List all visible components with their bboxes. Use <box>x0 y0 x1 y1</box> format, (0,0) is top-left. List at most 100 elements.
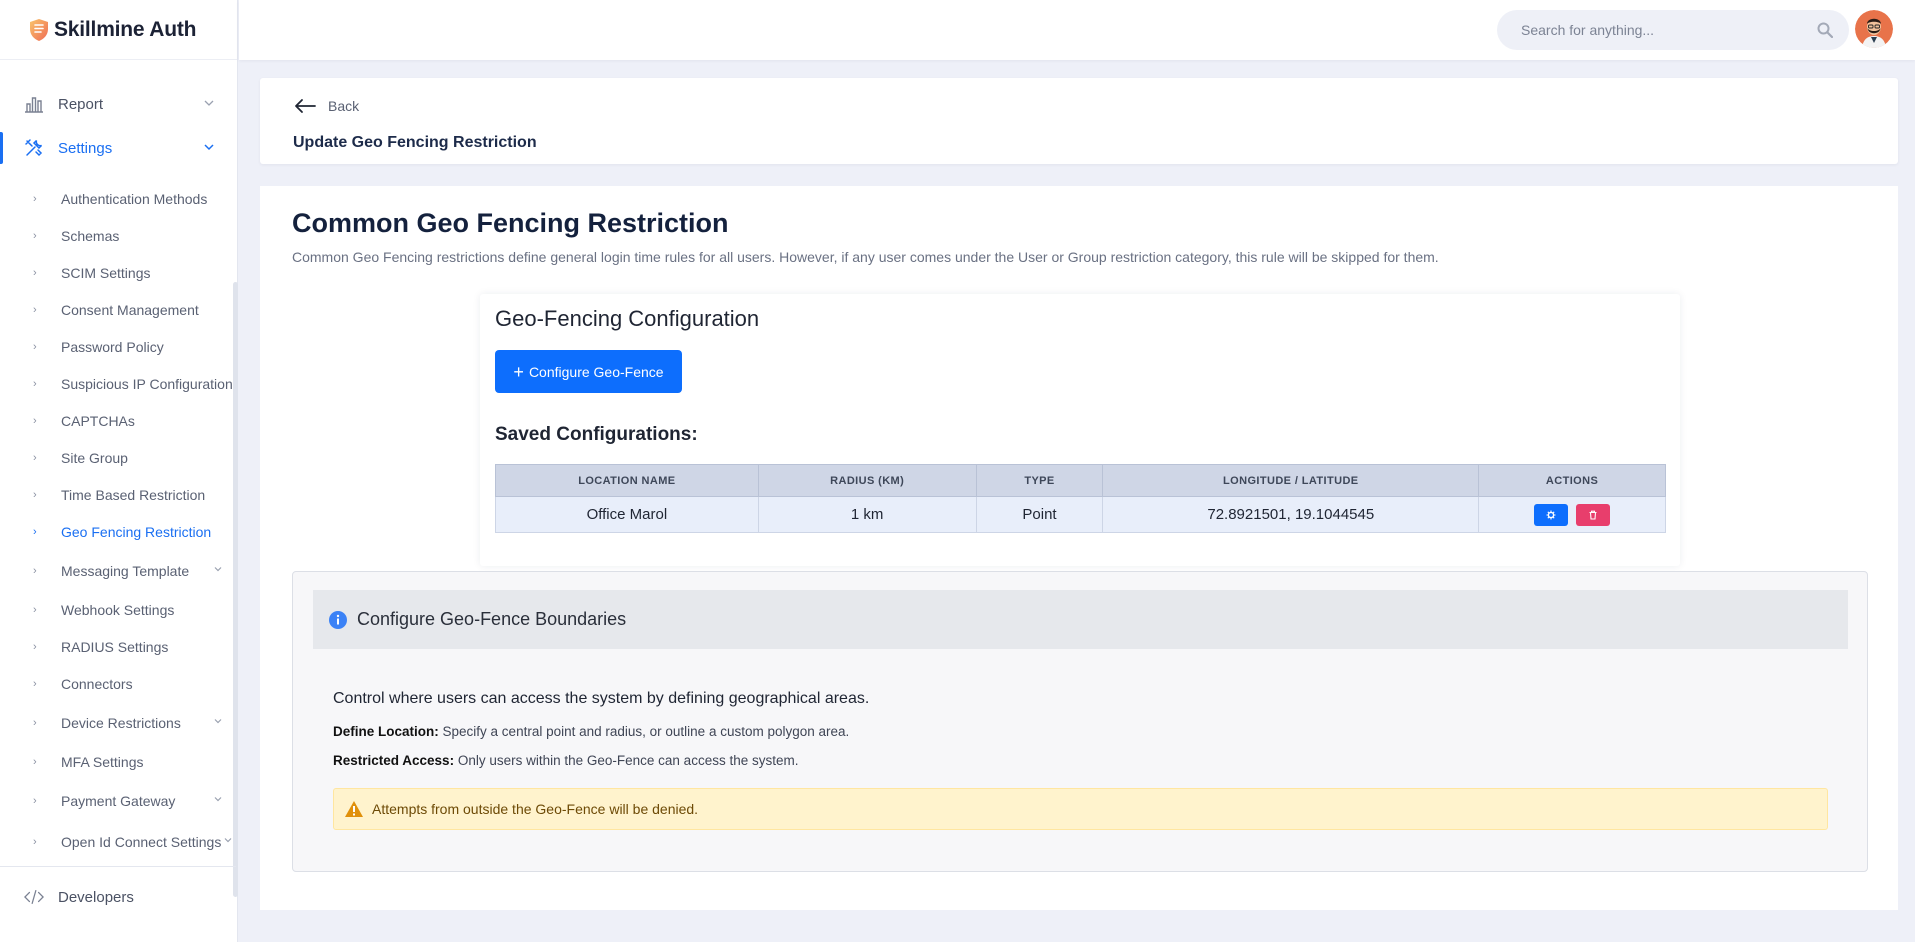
sidebar-item-password-policy[interactable]: › Password Policy <box>0 328 237 365</box>
cell-location-name: Office Marol <box>495 496 759 533</box>
saved-configurations-table: LOCATION NAME RADIUS (KM) TYPE LONGITUDE… <box>495 464 1666 533</box>
delete-button[interactable] <box>1576 503 1611 526</box>
search-box[interactable] <box>1497 10 1849 50</box>
saved-configurations-title: Saved Configurations: <box>495 424 698 445</box>
sidebar-item-radius-settings[interactable]: › RADIUS Settings <box>0 628 237 665</box>
sidebar-item-messaging-template[interactable]: › Messaging Template <box>0 550 237 591</box>
sidebar-item-label: Suspicious IP Configuration <box>61 375 233 392</box>
geo-config-title: Geo-Fencing Configuration <box>495 306 760 331</box>
sidebar-scrollbar[interactable] <box>233 282 238 897</box>
nav-item-label: Developers <box>58 888 134 906</box>
brand-name: Skillmine Auth <box>54 17 197 41</box>
info-icon <box>329 610 347 629</box>
column-header: TYPE <box>975 464 1104 497</box>
cell-actions <box>1478 496 1666 533</box>
chevron-right-icon: › <box>33 640 37 653</box>
sidebar-item-label: Schemas <box>61 227 120 244</box>
restricted-access-label: Restricted Access: <box>333 753 455 768</box>
chevron-right-icon: › <box>33 414 37 427</box>
sidebar-item-time-based-restriction[interactable]: › Time Based Restriction <box>0 476 237 513</box>
sidebar-item-label: Messaging Template <box>61 562 190 579</box>
search-icon[interactable] <box>1817 22 1833 38</box>
sidebar-item-payment-gateway[interactable]: › Payment Gateway <box>0 780 237 821</box>
sidebar-item-mfa-settings[interactable]: › MFA Settings <box>0 743 237 780</box>
trash-icon <box>1589 510 1597 520</box>
chevron-right-icon: › <box>33 716 37 729</box>
chevron-down-icon <box>204 144 214 151</box>
back-button[interactable]: Back <box>294 98 359 114</box>
chevron-down-icon <box>224 838 232 843</box>
page-header-card: Back Update Geo Fencing Restriction <box>260 78 1898 164</box>
sidebar-item-label: Time Based Restriction <box>61 486 206 503</box>
chevron-right-icon: › <box>33 835 37 848</box>
chevron-right-icon: › <box>33 677 37 690</box>
user-avatar-icon <box>1855 10 1893 48</box>
sidebar-item-captchas[interactable]: › CAPTCHAs <box>0 402 237 439</box>
column-header: ACTIONS <box>1478 464 1666 497</box>
define-location-label: Define Location: <box>333 724 439 739</box>
column-header: LOCATION NAME <box>495 464 759 497</box>
code-icon <box>24 887 44 907</box>
cell-coordinates: 72.8921501, 19.1044545 <box>1102 496 1480 533</box>
sidebar-item-schemas[interactable]: › Schemas <box>0 217 237 254</box>
warning-alert: Attempts from outside the Geo-Fence will… <box>333 788 1828 830</box>
info-panel-title: Configure Geo-Fence Boundaries <box>357 609 627 629</box>
sidebar-item-label: Authentication Methods <box>61 190 208 207</box>
configure-geo-fence-button[interactable]: + Configure Geo-Fence <box>495 350 682 393</box>
sidebar-item-site-group[interactable]: › Site Group <box>0 439 237 476</box>
sidebar-item-label: Site Group <box>61 449 128 466</box>
sidebar-item-label: Consent Management <box>61 301 199 318</box>
shield-logo-icon <box>30 18 48 41</box>
define-location-text: Define Location: Specify a central point… <box>333 724 849 739</box>
column-header: RADIUS (KM) <box>757 464 977 497</box>
sidebar-item-suspicious-ip[interactable]: › Suspicious IP Configuration <box>0 365 237 402</box>
sidebar-item-label: Geo Fencing Restriction <box>61 523 212 540</box>
info-panel-header: Configure Geo-Fence Boundaries <box>313 590 1848 649</box>
sidebar-item-label: Password Policy <box>61 338 164 355</box>
sidebar-item-device-restrictions[interactable]: › Device Restrictions <box>0 702 237 743</box>
sidebar-item-authentication-methods[interactable]: › Authentication Methods <box>0 180 237 217</box>
chevron-down-icon <box>214 797 222 802</box>
sidebar-item-consent-management[interactable]: › Consent Management <box>0 291 237 328</box>
nav-item-settings[interactable]: Settings <box>0 126 237 170</box>
avatar[interactable] <box>1855 10 1893 48</box>
warning-icon <box>345 801 363 817</box>
sidebar-item-label: Device Restrictions <box>61 714 181 731</box>
chevron-right-icon: › <box>33 525 37 538</box>
gear-icon <box>1546 510 1556 519</box>
sidebar-item-open-id-connect-settings[interactable]: › Open Id Connect Settings <box>0 821 237 862</box>
back-label: Back <box>328 98 360 114</box>
sidebar-item-connectors[interactable]: › Connectors <box>0 665 237 702</box>
nav-item-developers[interactable]: Developers <box>0 867 236 927</box>
sidebar-item-label: CAPTCHAs <box>61 412 135 429</box>
table-row: Office Marol 1 km Point 72.8921501, 19.1… <box>495 496 1666 533</box>
section-title: Common Geo Fencing Restriction <box>292 208 729 238</box>
chevron-right-icon: › <box>33 377 37 390</box>
chevron-right-icon: › <box>33 451 37 464</box>
info-lead-text: Control where users can access the syste… <box>333 690 870 707</box>
main-card: Common Geo Fencing Restriction Common Ge… <box>260 186 1898 910</box>
geo-fencing-config-card: Geo-Fencing Configuration + Configure Ge… <box>480 294 1680 566</box>
sidebar-item-webhook-settings[interactable]: › Webhook Settings <box>0 591 237 628</box>
brand[interactable]: Skillmine Auth <box>0 0 237 60</box>
chevron-right-icon: › <box>33 564 37 577</box>
cell-type: Point <box>975 496 1104 533</box>
sidebar-item-geo-fencing-restriction[interactable]: › Geo Fencing Restriction <box>0 513 237 550</box>
sidebar-item-label: Connectors <box>61 675 133 692</box>
edit-button[interactable] <box>1533 503 1568 526</box>
chevron-right-icon: › <box>33 266 37 279</box>
sidebar-item-scim-settings[interactable]: › SCIM Settings <box>0 254 237 291</box>
search-input[interactable] <box>1521 22 1801 38</box>
sidebar-item-label: Payment Gateway <box>61 792 176 809</box>
define-location-desc: Specify a central point and radius, or o… <box>442 724 850 739</box>
page-title: Update Geo Fencing Restriction <box>293 134 537 151</box>
nav-item-report[interactable]: Report <box>0 82 237 126</box>
sidebar: Skillmine Auth Report Settings › Authenti… <box>0 0 238 942</box>
column-header: LONGITUDE / LATITUDE <box>1102 464 1480 497</box>
nav-item-label: Report <box>58 95 104 113</box>
warning-text: Attempts from outside the Geo-Fence will… <box>372 801 699 817</box>
tools-icon <box>24 138 44 158</box>
chevron-down-icon <box>214 719 222 724</box>
bar-chart-icon <box>24 94 44 114</box>
chevron-right-icon: › <box>33 340 37 353</box>
